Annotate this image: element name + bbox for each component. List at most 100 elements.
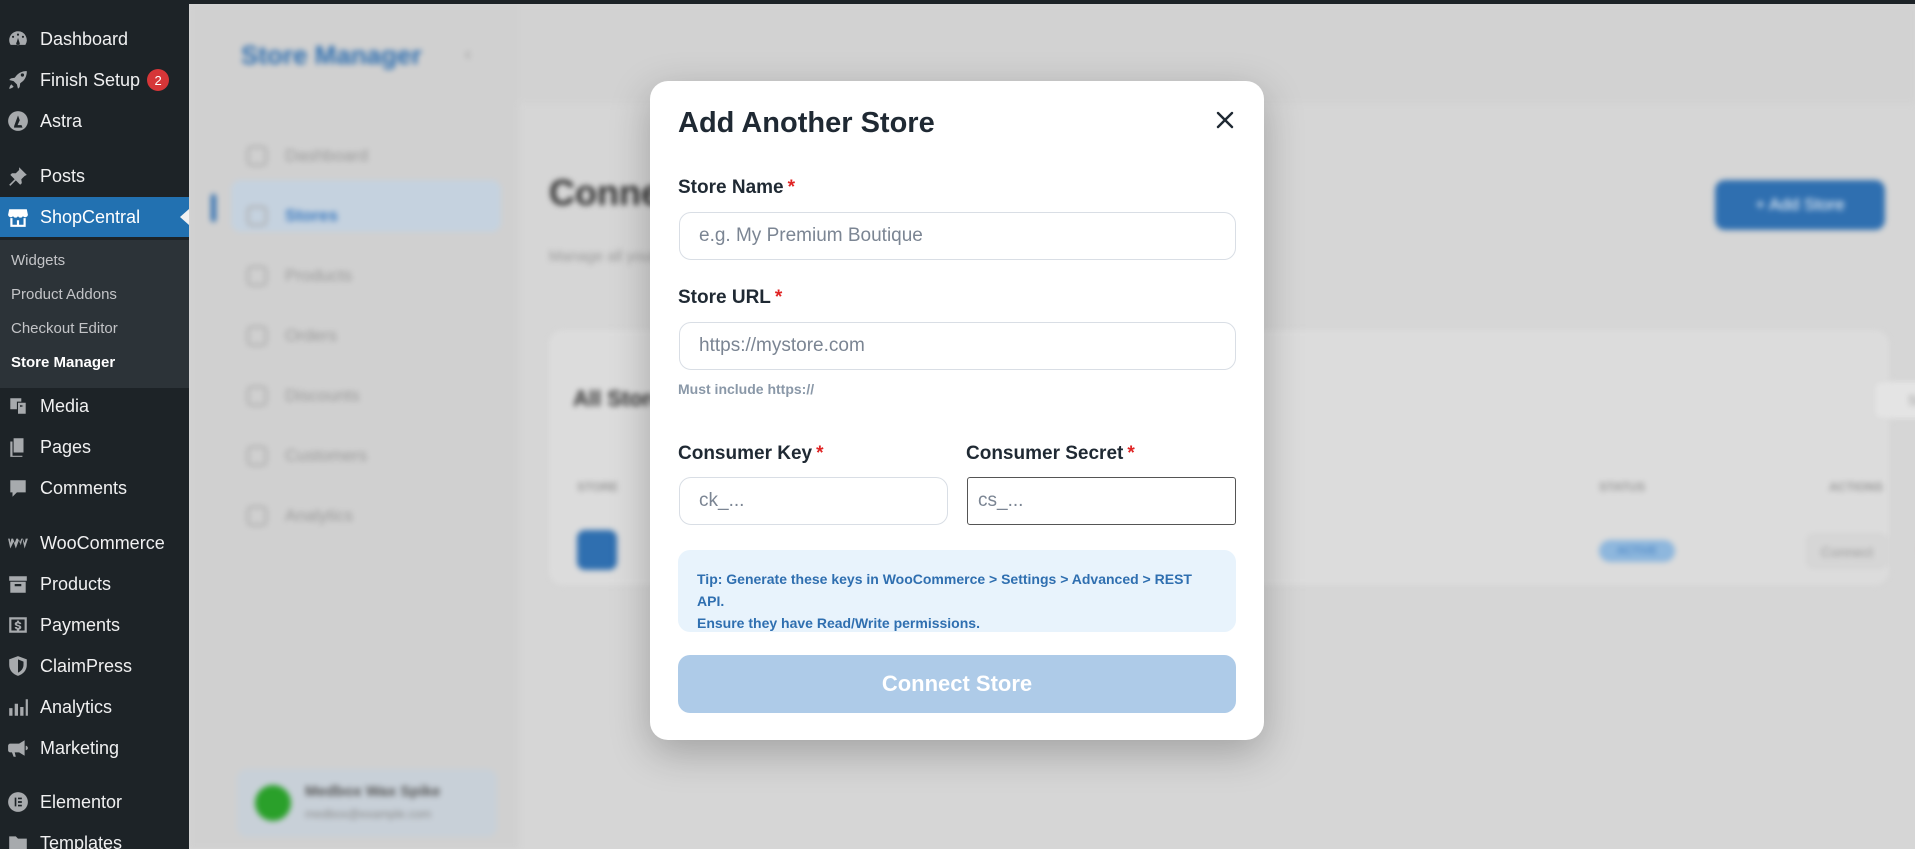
close-button[interactable] — [1210, 105, 1240, 135]
store-manager-sidebar: Store Manager ‹ Dashboard Stores Product… — [189, 4, 519, 849]
sidebar-item-label: ClaimPress — [40, 655, 133, 676]
required-indicator: * — [816, 443, 824, 464]
collapse-icon: ‹ — [465, 44, 471, 64]
tip-line-1: Tip: Generate these keys in WooCommerce … — [697, 571, 1192, 609]
store-url-hint: Must include https:// — [678, 381, 815, 397]
dashboard-icon — [247, 146, 267, 166]
astra-icon — [5, 108, 31, 134]
sidebar-item-pages[interactable]: Pages — [0, 427, 189, 467]
consumer-key-label: Consumer Key * — [678, 443, 824, 465]
column-header-actions: ACTIONS — [1829, 480, 1883, 494]
notification-badge: 2 — [147, 69, 170, 91]
store-url-input[interactable] — [679, 322, 1236, 370]
sm-nav-label: Dashboard — [285, 146, 369, 165]
search-input[interactable]: Search stores... — [1873, 380, 1915, 420]
sidebar-item-label: Elementor — [40, 791, 123, 812]
store-icon — [5, 204, 31, 230]
row-action-button[interactable]: Connect — [1807, 534, 1887, 568]
active-indicator — [211, 194, 216, 222]
consumer-secret-label-text: Consumer Secret — [966, 443, 1124, 464]
sm-nav-stores[interactable]: Stores — [247, 206, 338, 226]
sidebar-item-shopcentral[interactable]: ShopCentral — [0, 197, 189, 237]
sm-nav-label: Customers — [285, 446, 368, 465]
column-header-status: STATUS — [1599, 480, 1646, 494]
sidebar-item-label: Analytics — [40, 696, 113, 717]
sidebar-item-woocommerce[interactable]: WooCommerce — [0, 523, 189, 563]
connect-store-button[interactable]: Connect Store — [678, 655, 1236, 713]
sidebar-item-label: Payments — [40, 614, 121, 635]
dollar-icon — [5, 612, 31, 638]
sm-nav-label: Analytics — [285, 506, 354, 525]
sidebar-item-label: Finish Setup — [40, 69, 141, 90]
submenu-item-product-addons[interactable]: Product Addons — [11, 286, 117, 303]
sidebar-item-products[interactable]: Products — [0, 564, 189, 604]
sm-nav-dashboard[interactable]: Dashboard — [247, 146, 368, 166]
store-name-label: Store Name * — [678, 177, 795, 199]
close-icon — [1216, 111, 1234, 129]
sm-nav-customers[interactable]: Customers — [247, 446, 367, 466]
box-icon — [247, 266, 267, 286]
sm-nav-analytics[interactable]: Analytics — [247, 506, 353, 526]
sm-nav-label: Products — [285, 266, 353, 285]
dashboard-icon — [5, 26, 31, 52]
pages-icon — [5, 434, 31, 460]
user-icon — [247, 446, 267, 466]
wp-admin-sidebar: Dashboard Finish Setup 2 Astra Posts Sho… — [0, 0, 189, 849]
submenu-item-store-manager[interactable]: Store Manager — [11, 354, 115, 371]
rocket-icon — [5, 67, 31, 93]
consumer-secret-input[interactable] — [967, 477, 1236, 525]
sidebar-item-templates[interactable]: Templates — [0, 823, 189, 849]
sidebar-item-comments[interactable]: Comments — [0, 468, 189, 508]
bar-chart-icon — [5, 694, 31, 720]
sm-nav-label: Discounts — [285, 386, 360, 405]
sidebar-item-label: Astra — [40, 110, 83, 131]
sidebar-item-label: Pages — [40, 436, 92, 457]
globe-icon — [247, 206, 267, 226]
store-manager-brand: Store Manager — [241, 40, 422, 70]
sidebar-item-label: WooCommerce — [40, 532, 165, 553]
add-store-button[interactable]: + Add Store — [1715, 180, 1885, 230]
store-url-label: Store URL * — [678, 287, 782, 309]
elementor-icon — [5, 789, 31, 815]
sm-nav-products[interactable]: Products — [247, 266, 352, 286]
status-badge: ACTIVE — [1599, 540, 1675, 562]
sidebar-item-marketing[interactable]: Marketing — [0, 728, 189, 768]
sidebar-item-claimpress[interactable]: ClaimPress — [0, 646, 189, 686]
sidebar-item-label: Templates — [40, 832, 123, 849]
sm-nav-label: Stores — [285, 206, 338, 225]
modal-title: Add Another Store — [678, 107, 935, 139]
sm-nav-label: Orders — [285, 326, 337, 345]
avatar — [255, 785, 291, 821]
submenu-item-checkout-editor[interactable]: Checkout Editor — [11, 320, 118, 337]
sidebar-item-media[interactable]: Media — [0, 386, 189, 426]
consumer-key-input[interactable] — [679, 477, 948, 525]
user-card[interactable]: Medbox Wax Spike medbox@example.com — [237, 769, 497, 837]
pushpin-icon — [5, 163, 31, 189]
comment-icon — [5, 475, 31, 501]
sidebar-item-label: Products — [40, 573, 112, 594]
media-icon — [5, 393, 31, 419]
store-logo — [577, 530, 617, 570]
sidebar-item-label: Posts — [40, 165, 86, 186]
archive-box-icon — [5, 571, 31, 597]
sidebar-item-finish-setup[interactable]: Finish Setup 2 — [0, 60, 189, 100]
cart-icon — [247, 326, 267, 346]
folder-icon — [5, 830, 31, 849]
sm-nav-orders[interactable]: Orders — [247, 326, 337, 346]
consumer-key-label-text: Consumer Key — [678, 443, 813, 464]
store-name-input[interactable] — [679, 212, 1236, 260]
required-indicator: * — [1127, 443, 1135, 464]
sidebar-item-posts[interactable]: Posts — [0, 156, 189, 196]
sidebar-item-payments[interactable]: Payments — [0, 605, 189, 645]
sidebar-item-label: Dashboard — [40, 28, 129, 49]
sidebar-item-dashboard[interactable]: Dashboard — [0, 19, 189, 59]
sm-nav-discounts[interactable]: Discounts — [247, 386, 360, 406]
submenu-item-widgets[interactable]: Widgets — [11, 252, 65, 269]
user-email: medbox@example.com — [305, 807, 432, 821]
sidebar-item-astra[interactable]: Astra — [0, 101, 189, 141]
megaphone-icon — [5, 735, 31, 761]
sidebar-item-label: Media — [40, 395, 90, 416]
sidebar-item-elementor[interactable]: Elementor — [0, 782, 189, 822]
user-name: Medbox Wax Spike — [305, 783, 441, 800]
sidebar-item-analytics[interactable]: Analytics — [0, 687, 189, 727]
